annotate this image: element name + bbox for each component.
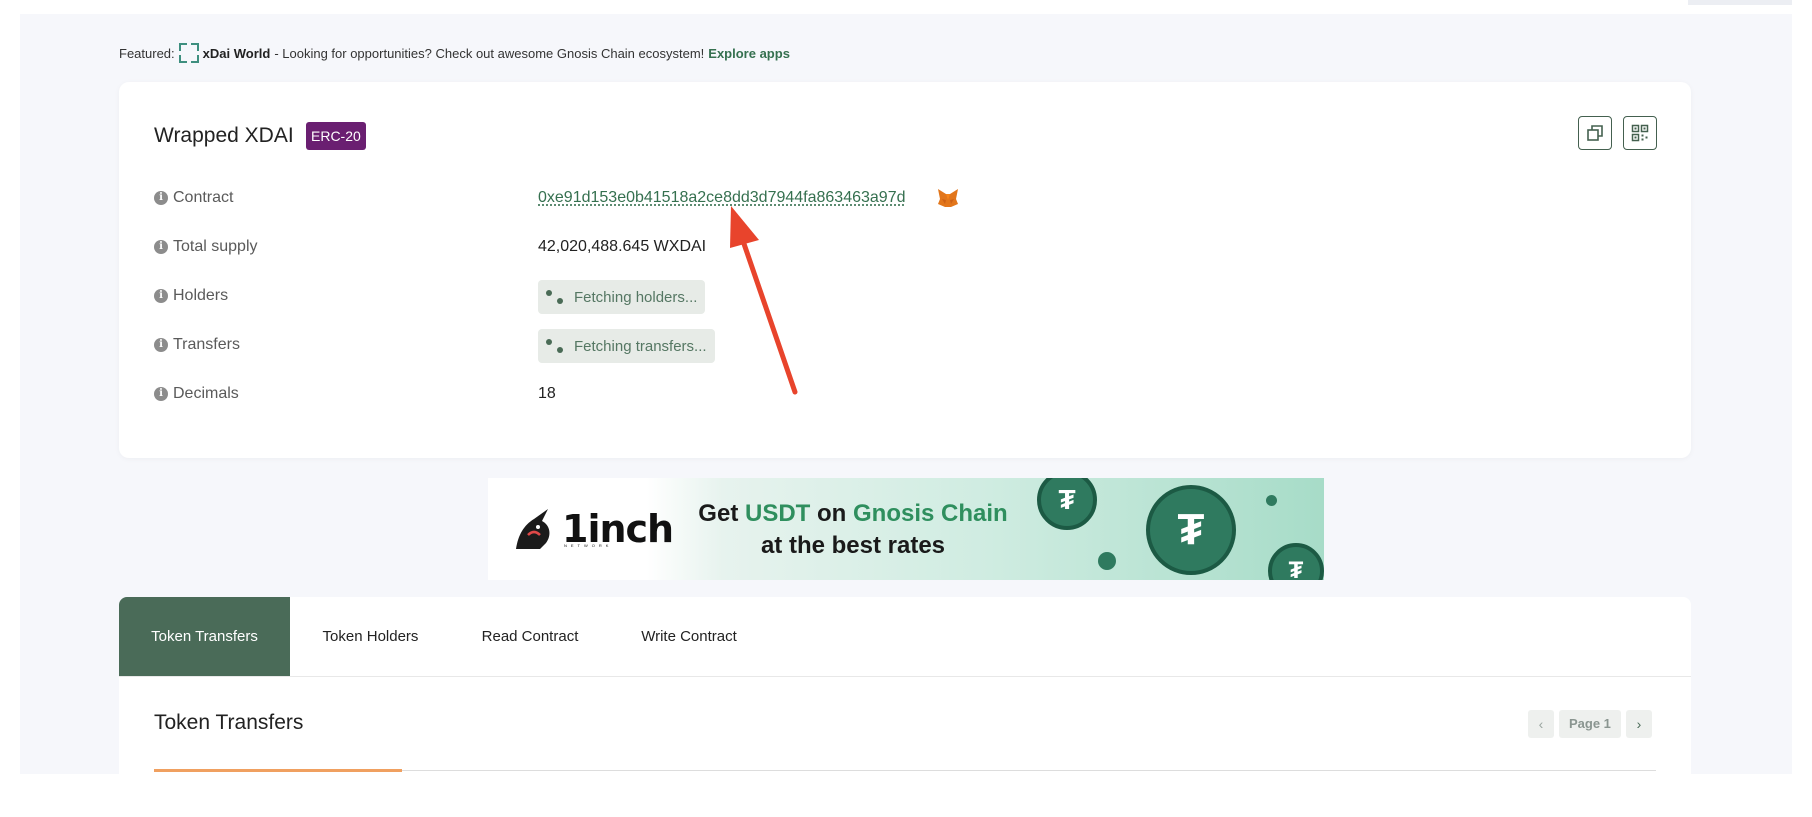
banner-headline: Get USDT on Gnosis Chain [688,500,1018,528]
banner-brand-sub: NETWORK [564,543,613,548]
featured-project[interactable]: xDai World [203,46,271,61]
decorative-dot [1098,552,1116,570]
banner-brand-logo: 1inch NETWORK [510,505,674,553]
qr-code-icon [1631,124,1649,142]
contract-address-link[interactable]: 0xe91d153e0b41518a2ce8dd3d7944fa863463a9… [538,189,905,206]
filter-divider [402,770,1656,771]
token-title: Wrapped XDAI [154,124,294,147]
transfers-filter-tab[interactable] [154,769,402,772]
tabs-divider [119,676,1691,677]
tab-read-contract[interactable]: Read Contract [451,597,609,676]
contract-value: 0xe91d153e0b41518a2ce8dd3d7944fa863463a9… [538,189,905,207]
token-overview-card: Wrapped XDAI ERC-20 i Contract 0xe91d153… [119,82,1691,458]
bottom-edge [0,774,1812,806]
copy-icon [1587,125,1603,141]
usdt-coin-icon: ₮ [1146,485,1236,575]
decimals-value: 18 [538,385,556,402]
banner-get: Get [698,500,739,527]
chevron-left-icon: ‹ [1538,716,1544,732]
decorative-dot [1266,495,1277,506]
info-icon[interactable]: i [154,338,168,352]
contract-label: i Contract [154,189,233,207]
next-page-button[interactable]: › [1625,710,1652,738]
top-strip [20,0,1792,14]
metamask-fox-icon[interactable] [937,188,959,208]
featured-bar: Featured: xDai World - Looking for oppor… [119,43,790,63]
usdt-coin-icon: ₮ [1037,478,1097,530]
loading-spinner-icon [546,336,566,356]
usdt-coin-icon: ₮ [1268,543,1324,580]
unicorn-logo-icon [516,509,550,549]
total-supply-label-text: Total supply [173,238,258,255]
featured-prefix: Featured: [119,45,175,61]
tab-write-contract[interactable]: Write Contract [609,597,769,676]
holders-value: Fetching holders... [574,288,698,306]
total-supply-value: 42,020,488.645 WXDAI [538,238,707,255]
ad-banner[interactable]: 1inch NETWORK Get USDT on Gnosis Chain a… [488,478,1324,580]
info-icon[interactable]: i [154,289,168,303]
loading-spinner-icon [546,287,566,307]
transfers-label-text: Transfers [173,336,240,353]
token-standard-badge: ERC-20 [306,122,366,150]
banner-on: on [817,500,847,527]
decimals-label-text: Decimals [173,385,239,402]
banner-subline: at the best rates [760,532,946,559]
tab-token-holders[interactable]: Token Holders [290,597,451,676]
holders-loading-pill: Fetching holders... [538,280,706,314]
decimals-label: i Decimals [154,385,239,403]
explore-apps-link[interactable]: Explore apps [708,46,790,61]
pagination: ‹ Page 1 › [1528,710,1652,738]
coin-glyph: ₮ [1177,505,1205,554]
info-icon[interactable]: i [154,240,168,254]
banner-usdt: USDT [744,500,811,527]
holders-label-text: Holders [173,287,229,304]
top-strip-right [1688,0,1792,5]
prev-page-button[interactable]: ‹ [1528,710,1554,738]
contract-label-text: Contract [173,189,234,206]
coin-glyph: ₮ [1058,484,1076,515]
transfers-loading-pill: Fetching transfers... [538,329,715,363]
copy-address-button[interactable] [1578,116,1612,150]
banner-chain: Gnosis Chain [853,500,1008,527]
transfers-label: i Transfers [154,336,240,354]
section-title: Token Transfers [154,711,304,734]
info-icon[interactable]: i [154,191,168,205]
coin-glyph: ₮ [1288,557,1304,580]
tab-token-transfers[interactable]: Token Transfers [119,597,290,676]
total-supply-label: i Total supply [154,238,258,256]
info-icon[interactable]: i [154,387,168,401]
holders-label: i Holders [154,287,228,305]
featured-message: - Looking for opportunities? Check out a… [274,45,705,61]
xdai-world-logo-icon [178,43,199,63]
qr-code-button[interactable] [1623,116,1657,150]
chevron-right-icon: › [1636,716,1642,732]
current-page-indicator: Page 1 [1559,710,1621,738]
transfers-value: Fetching transfers... [574,337,707,355]
